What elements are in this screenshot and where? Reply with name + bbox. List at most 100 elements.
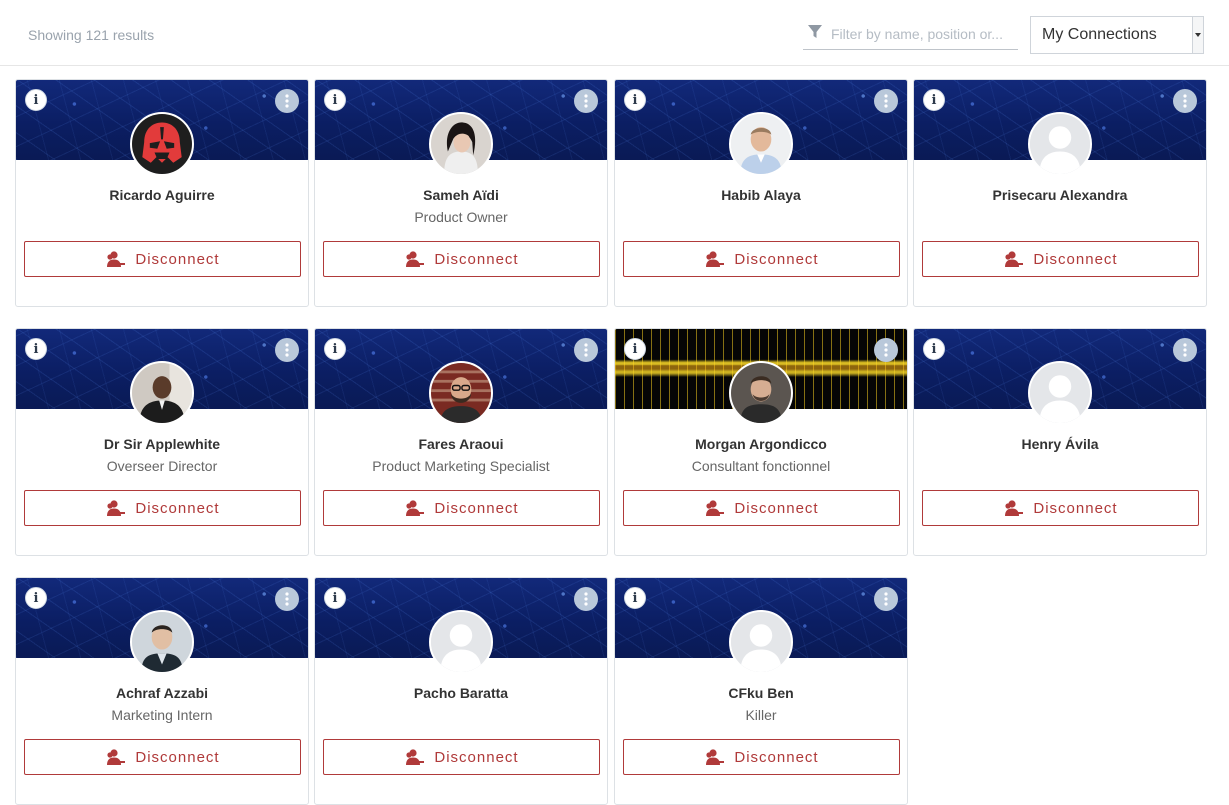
disconnect-label: Disconnect: [135, 499, 220, 517]
vertical-ellipsis-icon[interactable]: [275, 338, 299, 362]
info-icon[interactable]: i: [923, 89, 945, 111]
disconnect-button[interactable]: Disconnect: [922, 490, 1199, 526]
disconnect-button[interactable]: Disconnect: [323, 490, 600, 526]
avatar[interactable]: [130, 610, 194, 674]
info-icon[interactable]: i: [324, 89, 346, 111]
disconnect-label: Disconnect: [1033, 499, 1118, 517]
user-minus-icon: [107, 500, 126, 516]
disconnect-label: Disconnect: [734, 250, 819, 268]
user-minus-icon: [1005, 500, 1024, 516]
connection-card: i Pacho Baratta Disconnect: [314, 577, 608, 805]
user-minus-icon: [706, 500, 725, 516]
info-icon[interactable]: i: [624, 587, 646, 609]
connection-name[interactable]: Fares Araoui: [315, 436, 607, 452]
connection-position: Killer: [745, 707, 777, 723]
connection-position: Product Owner: [414, 209, 508, 225]
disconnect-label: Disconnect: [734, 748, 819, 766]
filter-input[interactable]: [831, 22, 1017, 46]
disconnect-button[interactable]: Disconnect: [922, 241, 1199, 277]
avatar[interactable]: [429, 361, 493, 425]
connection-card: i Habib Alaya Disconnect: [614, 79, 908, 307]
disconnect-label: Disconnect: [135, 748, 220, 766]
info-icon[interactable]: i: [25, 338, 47, 360]
vertical-ellipsis-icon[interactable]: [574, 338, 598, 362]
info-icon[interactable]: i: [624, 338, 646, 360]
avatar[interactable]: [729, 610, 793, 674]
user-minus-icon: [706, 251, 725, 267]
info-icon[interactable]: i: [624, 89, 646, 111]
connection-name[interactable]: Henry Ávila: [914, 436, 1206, 452]
connection-name[interactable]: Habib Alaya: [615, 187, 907, 203]
vertical-ellipsis-icon[interactable]: [874, 587, 898, 611]
disconnect-button[interactable]: Disconnect: [623, 490, 900, 526]
connection-position: Overseer Director: [106, 458, 218, 474]
connection-position: Marketing Intern: [111, 707, 213, 723]
info-icon[interactable]: i: [25, 89, 47, 111]
chevron-down-icon[interactable]: [1192, 17, 1203, 53]
connection-card: i Achraf Azzabi Marketing Intern Disconn…: [15, 577, 309, 805]
vertical-ellipsis-icon[interactable]: [874, 89, 898, 113]
connection-card: i Morgan Argondicco Consultant fonctionn…: [614, 328, 908, 556]
vertical-ellipsis-icon[interactable]: [1173, 89, 1197, 113]
disconnect-button[interactable]: Disconnect: [24, 490, 301, 526]
disconnect-button[interactable]: Disconnect: [24, 739, 301, 775]
info-icon[interactable]: i: [324, 338, 346, 360]
avatar[interactable]: [130, 361, 194, 425]
disconnect-label: Disconnect: [1033, 250, 1118, 268]
user-minus-icon: [1005, 251, 1024, 267]
avatar[interactable]: [429, 112, 493, 176]
connection-card: i Ricardo Aguirre Disconnect: [15, 79, 309, 307]
connection-name[interactable]: Prisecaru Alexandra: [914, 187, 1206, 203]
disconnect-button[interactable]: Disconnect: [623, 739, 900, 775]
scope-select-value: My Connections: [1042, 26, 1157, 43]
user-minus-icon: [406, 500, 425, 516]
filter-icon: [808, 25, 822, 38]
connection-name[interactable]: Ricardo Aguirre: [16, 187, 308, 203]
disconnect-button[interactable]: Disconnect: [24, 241, 301, 277]
connection-name[interactable]: Dr Sir Applewhite: [16, 436, 308, 452]
connection-card: i Dr Sir Applewhite Overseer Director Di…: [15, 328, 309, 556]
disconnect-label: Disconnect: [135, 250, 220, 268]
disconnect-label: Disconnect: [434, 748, 519, 766]
connection-card: i CFku Ben Killer Disconnect: [614, 577, 908, 805]
vertical-ellipsis-icon[interactable]: [1173, 338, 1197, 362]
avatar[interactable]: [729, 361, 793, 425]
disconnect-button[interactable]: Disconnect: [623, 241, 900, 277]
vertical-ellipsis-icon[interactable]: [574, 587, 598, 611]
vertical-ellipsis-icon[interactable]: [874, 338, 898, 362]
results-toolbar: Showing 121 results My Connections: [0, 0, 1229, 66]
connections-scope-select[interactable]: My Connections: [1030, 16, 1204, 54]
user-minus-icon: [107, 749, 126, 765]
disconnect-button[interactable]: Disconnect: [323, 739, 600, 775]
connection-card: i Fares Araoui Product Marketing Special…: [314, 328, 608, 556]
disconnect-label: Disconnect: [734, 499, 819, 517]
vertical-ellipsis-icon[interactable]: [574, 89, 598, 113]
info-icon[interactable]: i: [25, 587, 47, 609]
disconnect-label: Disconnect: [434, 250, 519, 268]
filter-box[interactable]: [803, 20, 1018, 50]
connection-name[interactable]: Morgan Argondicco: [615, 436, 907, 452]
disconnect-label: Disconnect: [434, 499, 519, 517]
connection-name[interactable]: Sameh Aïdi: [315, 187, 607, 203]
user-minus-icon: [706, 749, 725, 765]
user-minus-icon: [107, 251, 126, 267]
user-minus-icon: [406, 251, 425, 267]
connection-name[interactable]: CFku Ben: [615, 685, 907, 701]
avatar[interactable]: [1028, 361, 1092, 425]
connection-position: Product Marketing Specialist: [372, 458, 550, 474]
results-count: Showing 121 results: [28, 27, 155, 43]
avatar[interactable]: [130, 112, 194, 176]
connection-name[interactable]: Pacho Baratta: [315, 685, 607, 701]
info-icon[interactable]: i: [923, 338, 945, 360]
disconnect-button[interactable]: Disconnect: [323, 241, 600, 277]
avatar[interactable]: [729, 112, 793, 176]
connection-card: i Sameh Aïdi Product Owner Disconnect: [314, 79, 608, 307]
info-icon[interactable]: i: [324, 587, 346, 609]
vertical-ellipsis-icon[interactable]: [275, 587, 299, 611]
user-minus-icon: [406, 749, 425, 765]
avatar[interactable]: [1028, 112, 1092, 176]
vertical-ellipsis-icon[interactable]: [275, 89, 299, 113]
avatar[interactable]: [429, 610, 493, 674]
connection-card: i Prisecaru Alexandra Disconnect: [913, 79, 1207, 307]
connection-name[interactable]: Achraf Azzabi: [16, 685, 308, 701]
